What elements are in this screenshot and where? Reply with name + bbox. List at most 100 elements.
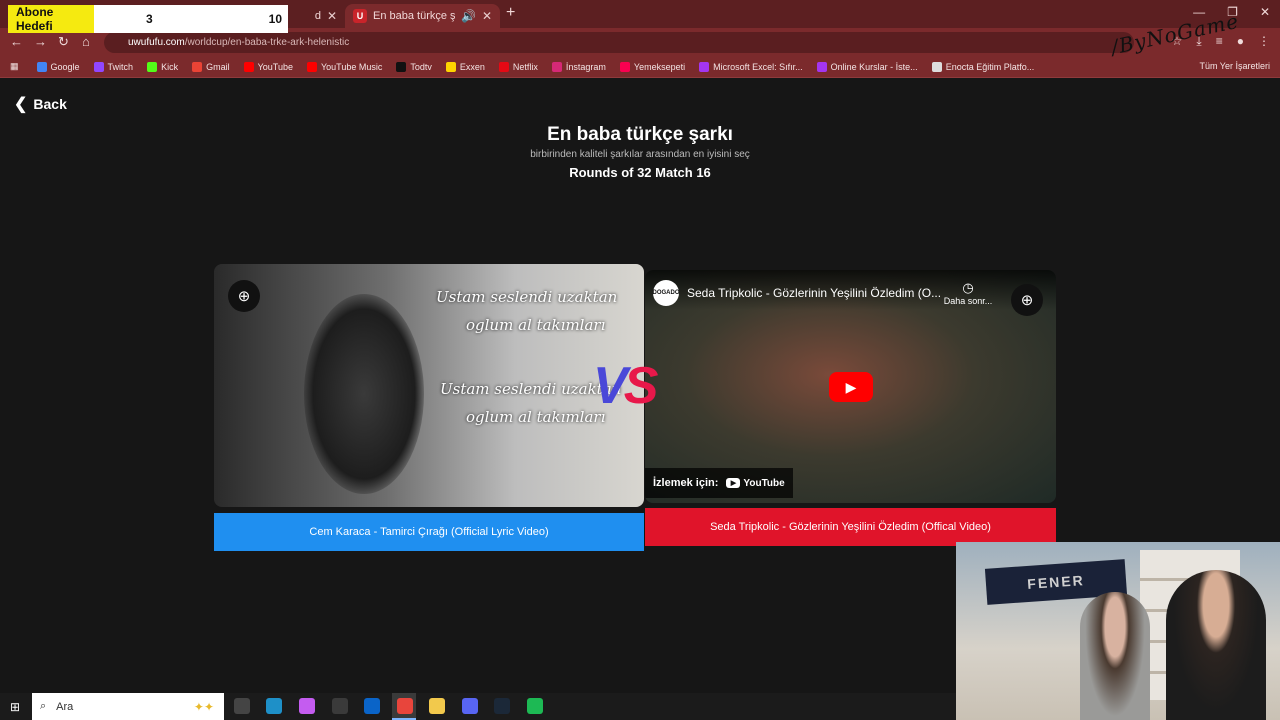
bookmark-item[interactable]: Enocta Eğitim Platfo... bbox=[931, 61, 1035, 72]
taskbar-search[interactable]: ⌕ Ara ✦✦ bbox=[32, 693, 224, 720]
windows-start-icon[interactable]: ⊞ bbox=[10, 700, 20, 714]
bookmark-favicon-icon bbox=[243, 61, 254, 72]
select-right-button[interactable]: Seda Tripkolic - Gözlerinin Yeşilini Özl… bbox=[645, 508, 1056, 546]
store-icon[interactable] bbox=[332, 698, 348, 714]
speaker-icon[interactable]: 🔊 bbox=[461, 9, 476, 23]
bookmark-item[interactable]: Twitch bbox=[93, 61, 134, 72]
url-host: uwufufu.com bbox=[128, 37, 185, 48]
bookmark-favicon-icon bbox=[396, 61, 407, 72]
all-bookmarks-link[interactable]: Tüm Yer İşaretleri bbox=[1199, 61, 1270, 71]
bookmark-favicon-icon bbox=[931, 61, 942, 72]
back-arrow-icon[interactable]: ← bbox=[10, 34, 23, 49]
play-button[interactable]: ▶ bbox=[829, 372, 873, 402]
round-indicator: Rounds of 32 Match 16 bbox=[569, 165, 711, 180]
bookmark-label: Todtv bbox=[410, 61, 432, 72]
chrome-icon[interactable] bbox=[397, 698, 413, 714]
zoom-in-icon[interactable]: ⊕ bbox=[1011, 284, 1043, 316]
vs-letter-s: S bbox=[623, 357, 659, 415]
bookmark-item[interactable]: Exxen bbox=[445, 61, 485, 72]
sparkle-icon: ✦✦ bbox=[193, 699, 214, 714]
watch-on-youtube[interactable]: İzlemek için: ▶ YouTube bbox=[645, 468, 793, 498]
spotify-icon[interactable] bbox=[527, 698, 543, 714]
right-candidate-video[interactable]: DOGADO Seda Tripkolic - Gözlerinin Yeşil… bbox=[645, 270, 1056, 503]
task-view-icon[interactable] bbox=[234, 698, 250, 714]
bookmark-item[interactable]: YouTube bbox=[243, 61, 293, 72]
bookmark-favicon-icon bbox=[498, 61, 509, 72]
back-button[interactable]: ❮ Back bbox=[14, 94, 67, 114]
explorer-icon[interactable] bbox=[429, 698, 445, 714]
bookmark-item[interactable]: Microsoft Excel: Sıfır... bbox=[699, 61, 803, 72]
close-tab-icon[interactable]: ✕ bbox=[327, 9, 337, 23]
bookmark-favicon-icon bbox=[36, 61, 47, 72]
bookmark-item[interactable]: YouTube Music bbox=[306, 61, 383, 72]
bookmark-label: Yemeksepeti bbox=[633, 61, 686, 72]
watch-later-button[interactable]: ◷ Daha sonr... bbox=[943, 280, 993, 306]
bookmark-favicon-icon bbox=[306, 61, 317, 72]
profile-icon[interactable]: ● bbox=[1237, 34, 1244, 49]
lyric-line: oglum al takımları bbox=[466, 316, 606, 334]
bookmark-label: Netflix bbox=[512, 61, 538, 72]
bookmark-label: Twitch bbox=[107, 61, 134, 72]
bookmark-favicon-icon bbox=[551, 61, 562, 72]
bookmark-item[interactable]: Netflix bbox=[498, 61, 538, 72]
chevron-left-icon: ❮ bbox=[14, 96, 28, 113]
bookmark-item[interactable]: Yemeksepeti bbox=[619, 61, 686, 72]
reload-icon[interactable]: ↻ bbox=[58, 34, 69, 50]
discord-icon[interactable] bbox=[462, 698, 478, 714]
search-placeholder: Ara bbox=[56, 700, 74, 713]
youtube-label: YouTube bbox=[743, 477, 785, 489]
bookmark-item[interactable]: Gmail bbox=[192, 61, 230, 72]
select-left-button[interactable]: Cem Karaca - Tamirci Çırağı (Official Ly… bbox=[214, 513, 644, 551]
bookmark-item[interactable]: Google bbox=[36, 61, 80, 72]
bookmark-label: İnstagram bbox=[565, 61, 606, 72]
bookmark-label: Enocta Eğitim Platfo... bbox=[945, 61, 1035, 72]
steam-icon[interactable] bbox=[494, 698, 510, 714]
bookmark-item[interactable]: Todtv bbox=[396, 61, 432, 72]
bookmark-label: Kick bbox=[161, 61, 179, 72]
singer-photo bbox=[304, 294, 424, 494]
bookmark-favicon-icon bbox=[192, 61, 203, 72]
watch-on-label: İzlemek için: bbox=[653, 477, 719, 489]
video-title[interactable]: Seda Tripkolic - Gözlerinin Yeşilini Özl… bbox=[687, 286, 941, 300]
youtube-play-icon: ▶ bbox=[726, 478, 741, 488]
bookmark-favicon-icon bbox=[93, 61, 104, 72]
left-candidate-media[interactable]: Ustam seslendi uzaktan oglum al takımlar… bbox=[214, 264, 644, 507]
windows-taskbar: ⊞ ⌕ Ara ✦✦ bbox=[0, 693, 956, 720]
zoom-in-icon[interactable]: ⊕ bbox=[228, 280, 260, 312]
bookmark-item[interactable]: İnstagram bbox=[551, 61, 606, 72]
tab-active[interactable]: U En baba türkçe şarkı | UwUf 🔊 ✕ bbox=[345, 4, 500, 28]
url-input[interactable]: uwufufu.com/worldcup/en-baba-trke-ark-he… bbox=[104, 32, 1134, 53]
search-icon: ⌕ bbox=[40, 700, 47, 712]
menu-icon[interactable]: ⋮ bbox=[1258, 34, 1270, 49]
forward-arrow-icon[interactable]: → bbox=[34, 34, 47, 49]
close-window-icon[interactable]: ✕ bbox=[1260, 5, 1270, 19]
channel-avatar[interactable]: DOGADO bbox=[653, 280, 680, 306]
close-tab-icon[interactable]: ✕ bbox=[482, 9, 492, 23]
youtube-logo: ▶ YouTube bbox=[726, 477, 785, 489]
bookmark-label: YouTube Music bbox=[320, 61, 383, 72]
bookmark-item[interactable]: Online Kurslar - İste... bbox=[816, 61, 918, 72]
goal-target: 10 bbox=[268, 12, 282, 26]
bookmark-favicon-icon bbox=[445, 61, 456, 72]
bookmark-item[interactable]: Kick bbox=[147, 61, 179, 72]
tab-title: En baba türkçe şarkı | UwUf bbox=[373, 10, 455, 22]
apps-grid-icon[interactable]: ▦ bbox=[10, 61, 19, 72]
bookmark-favicon-icon bbox=[699, 61, 710, 72]
outlook-icon[interactable] bbox=[364, 698, 380, 714]
bookmark-favicon-icon bbox=[816, 61, 827, 72]
bookmark-favicon-icon bbox=[619, 61, 630, 72]
watch-later-label: Daha sonr... bbox=[943, 296, 993, 306]
edge-icon[interactable] bbox=[266, 698, 282, 714]
bookmark-label: YouTube bbox=[257, 61, 293, 72]
uwufufu-favicon-icon: U bbox=[353, 9, 367, 23]
home-icon[interactable]: ⌂ bbox=[82, 34, 90, 49]
streamer-right bbox=[1166, 570, 1266, 720]
webcam-overlay: FENER bbox=[956, 542, 1280, 720]
bookmark-favicon-icon bbox=[147, 61, 158, 72]
goal-current: 3 bbox=[146, 12, 153, 26]
copilot-icon[interactable] bbox=[299, 698, 315, 714]
new-tab-button[interactable]: + bbox=[506, 4, 515, 22]
clock-icon: ◷ bbox=[962, 280, 974, 295]
versus-label: VS bbox=[593, 356, 659, 416]
back-label: Back bbox=[33, 96, 67, 112]
